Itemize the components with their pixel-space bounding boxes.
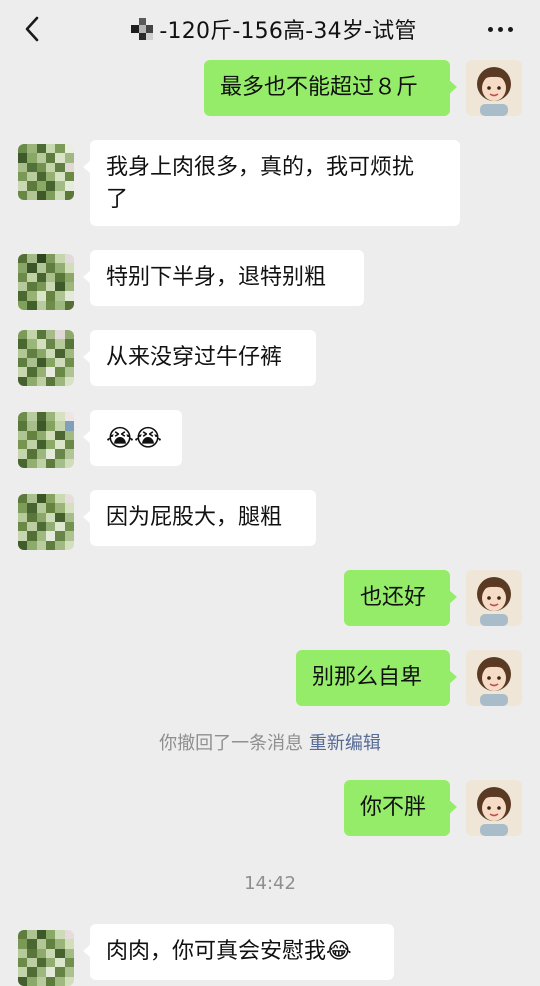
message-row: 别那么自卑 <box>0 648 540 708</box>
self-avatar[interactable] <box>466 650 522 706</box>
contact-avatar-mosaic <box>18 930 74 986</box>
message-row: 特别下半身，退特别粗 <box>0 248 540 310</box>
contact-avatar-mosaic <box>18 254 74 310</box>
message-row: 因为屁股大，腿粗 <box>0 488 540 550</box>
message-bubble-other[interactable]: 特别下半身，退特别粗 <box>83 250 364 306</box>
message-bubble-self[interactable]: 你不胖 <box>344 780 457 836</box>
contact-avatar[interactable] <box>18 144 74 200</box>
contact-avatar-mosaic <box>18 412 74 468</box>
message-bubble-other[interactable]: 😭😭 <box>83 410 182 466</box>
contact-avatar-mosaic <box>18 330 74 386</box>
contact-avatar-mosaic <box>18 144 74 200</box>
message-row: 从来没穿过牛仔裤 <box>0 328 540 388</box>
message-bubble-self[interactable]: 最多也不能超过８斤 <box>204 60 457 116</box>
message-row: 我身上肉很多，真的，我可烦扰 了 <box>0 138 540 228</box>
girl-avatar-icon <box>466 650 522 706</box>
back-button[interactable] <box>18 14 46 44</box>
message-bubble-self[interactable]: 也还好 <box>344 570 457 626</box>
timestamp: 14:42 <box>244 873 296 894</box>
recall-text: 你撤回了一条消息 <box>159 733 304 754</box>
self-avatar[interactable] <box>466 780 522 836</box>
girl-avatar-icon <box>466 570 522 626</box>
self-avatar[interactable] <box>466 570 522 626</box>
more-dots-icon <box>487 26 493 32</box>
message-bubble-other[interactable]: 因为屁股大，腿粗 <box>83 490 316 546</box>
message-row: 肉肉，你可真会安慰我😂 <box>0 918 540 986</box>
contact-avatar[interactable] <box>18 254 74 310</box>
contact-avatar[interactable] <box>18 930 74 986</box>
chat-title-group: -120斤-156高-34岁-试管 <box>131 13 416 45</box>
message-row: 你不胖 <box>0 778 540 838</box>
chat-title: -120斤-156高-34岁-试管 <box>159 19 417 44</box>
message-row: 最多也不能超过８斤 <box>0 58 540 118</box>
chat-header: -120斤-156高-34岁-试管 <box>0 0 540 58</box>
contact-avatar-mosaic <box>18 494 74 550</box>
message-bubble-other[interactable]: 从来没穿过牛仔裤 <box>83 330 316 386</box>
girl-avatar-icon <box>466 60 522 116</box>
message-row: 也还好 <box>0 568 540 628</box>
message-bubble-self[interactable]: 别那么自卑 <box>296 650 457 706</box>
contact-avatar[interactable] <box>18 412 74 468</box>
contact-avatar-mosaic <box>131 18 154 40</box>
contact-avatar[interactable] <box>18 330 74 386</box>
message-bubble-other[interactable]: 肉肉，你可真会安慰我😂 <box>83 924 394 980</box>
chevron-left-icon <box>25 16 39 42</box>
recall-notice: 你撤回了一条消息 重新编辑 <box>0 729 540 755</box>
more-options-button[interactable] <box>482 14 518 44</box>
message-row: 😭😭 <box>0 408 540 468</box>
message-bubble-other[interactable]: 我身上肉很多，真的，我可烦扰 了 <box>83 140 460 226</box>
self-avatar[interactable] <box>466 60 522 116</box>
girl-avatar-icon <box>466 780 522 836</box>
contact-avatar[interactable] <box>18 494 74 550</box>
reedit-link[interactable]: 重新编辑 <box>309 733 381 754</box>
